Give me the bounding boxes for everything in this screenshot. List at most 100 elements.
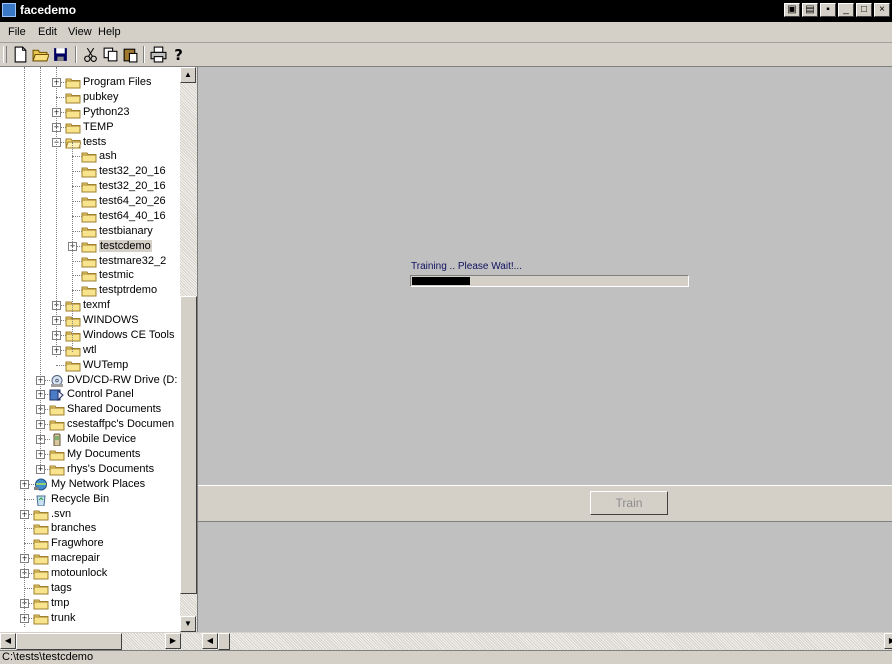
tree-item[interactable]: test32_20_16 [0, 179, 197, 194]
tree-item[interactable]: + tmp [0, 596, 197, 611]
hscroll-thumb[interactable] [218, 633, 230, 650]
tree-vertical-scrollbar[interactable]: ▲ ▼ [180, 67, 197, 632]
scroll-thumb[interactable] [180, 296, 197, 594]
tree-item[interactable]: Recycle Bin [0, 492, 197, 507]
tree-item-label: testmic [99, 269, 134, 282]
tree-item[interactable]: testbianary [0, 224, 197, 239]
tree-guide-line [56, 67, 57, 357]
new-file-icon[interactable] [12, 46, 29, 63]
tree-item[interactable]: + WINDOWS [0, 313, 197, 328]
train-bar: Train [198, 485, 892, 522]
tree-item-label: macrepair [51, 552, 100, 565]
maximize-button[interactable]: □ [856, 3, 872, 17]
system-menu-icon[interactable]: ▤ [802, 3, 818, 17]
toolbar-separator [75, 46, 77, 63]
hscroll-thumb[interactable] [16, 633, 122, 650]
tree-item[interactable]: test64_20_26 [0, 194, 197, 209]
copy-icon[interactable] [102, 46, 119, 63]
tree-guide-line [40, 67, 41, 467]
folder-icon [81, 197, 97, 208]
tree-item[interactable]: testmare32_2 [0, 254, 197, 269]
tree-item[interactable]: testmic [0, 268, 197, 283]
folder-icon [33, 524, 49, 535]
menu-file[interactable]: File [8, 26, 26, 38]
tree-item[interactable]: + texmf [0, 298, 197, 313]
tree-item[interactable]: + macrepair [0, 551, 197, 566]
train-button[interactable]: Train [590, 491, 668, 515]
tree-item[interactable]: + csestaffpc's Documen [0, 417, 197, 432]
tree-item[interactable]: + Shared Documents [0, 402, 197, 417]
scroll-right-icon[interactable]: ▶ [884, 633, 892, 649]
tree-item[interactable]: Fragwhore [0, 536, 197, 551]
pin-icon[interactable]: ▪ [820, 3, 836, 17]
folder-icon [81, 227, 97, 238]
tree-horizontal-scrollbar[interactable]: ◀ ▶ [0, 633, 198, 650]
folder-icon [81, 242, 97, 253]
folder-tree[interactable]: + Program Files pubkey + Python23 + TEMP − tests… [0, 67, 198, 632]
minimize-button[interactable]: _ [838, 3, 854, 17]
folder-icon [81, 257, 97, 268]
tree-item[interactable]: − tests [0, 135, 197, 150]
folder-icon [33, 614, 49, 625]
tree-item[interactable]: + testcdemo [0, 239, 197, 254]
tree-item-label: WINDOWS [83, 314, 139, 327]
tree-item[interactable]: + Python23 [0, 105, 197, 120]
open-folder-icon[interactable] [32, 46, 49, 63]
folder-icon [65, 331, 81, 342]
menu-edit[interactable]: Edit [38, 26, 57, 38]
save-icon[interactable] [52, 46, 69, 63]
cut-icon[interactable] [82, 46, 99, 63]
tree-item[interactable]: WUTemp [0, 358, 197, 373]
tree-item[interactable]: + DVD/CD-RW Drive (D: [0, 373, 197, 388]
scroll-right-icon[interactable]: ▶ [165, 633, 181, 649]
folder-icon [49, 450, 65, 461]
folder-icon [81, 212, 97, 223]
tree-item[interactable]: + My Documents [0, 447, 197, 462]
scroll-down-icon[interactable]: ▼ [180, 616, 196, 632]
title-bar: facedemo ▣ ▤ ▪ _ □ × [0, 0, 892, 22]
tree-item[interactable]: + trunk [0, 611, 197, 626]
help-icon[interactable]: ? [170, 46, 187, 63]
scroll-up-icon[interactable]: ▲ [180, 67, 196, 83]
network-icon [34, 478, 47, 491]
tree-item[interactable]: tags [0, 581, 197, 596]
folder-icon [49, 405, 65, 416]
tree-item[interactable]: pubkey [0, 90, 197, 105]
tree-item[interactable]: + .svn [0, 507, 197, 522]
tree-item-label: Mobile Device [67, 433, 137, 446]
tree-item[interactable]: test64_40_16 [0, 209, 197, 224]
tree-item-label: testcdemo [99, 239, 152, 252]
main-horizontal-scrollbar[interactable]: ◀ ▶ [198, 633, 892, 650]
tree-item-label: TEMP [83, 120, 114, 133]
restore-icon[interactable]: ▣ [784, 3, 800, 17]
main-pane: Training .. Please Wait!... Train [198, 67, 892, 632]
tree-item[interactable]: test32_20_16 [0, 164, 197, 179]
tree-item[interactable]: + Program Files [0, 75, 197, 90]
scroll-left-icon[interactable]: ◀ [0, 633, 16, 649]
tree-item[interactable]: + Mobile Device [0, 432, 197, 447]
tree-item[interactable]: testptrdemo [0, 283, 197, 298]
folder-icon [65, 301, 81, 312]
tree-item[interactable]: branches [0, 521, 197, 536]
tree-item[interactable]: + Control Panel [0, 387, 197, 402]
status-text: C:\tests\testcdemo [2, 651, 94, 663]
paste-icon[interactable] [122, 46, 139, 63]
tree-item-label: texmf [83, 299, 110, 312]
tree-item[interactable]: + TEMP [0, 120, 197, 135]
tree-item[interactable]: ash [0, 149, 197, 164]
app-icon [2, 3, 16, 17]
folder-icon [81, 271, 97, 282]
tree-item[interactable]: + My Network Places [0, 477, 197, 492]
menu-view[interactable]: View [68, 26, 92, 38]
print-icon[interactable] [150, 46, 167, 63]
close-button[interactable]: × [874, 3, 890, 17]
tree-item[interactable]: + Windows CE Tools [0, 328, 197, 343]
tree-item[interactable]: + motounlock [0, 566, 197, 581]
scroll-left-icon[interactable]: ◀ [202, 633, 218, 649]
tree-item[interactable]: + rhys's Documents [0, 462, 197, 477]
menu-help[interactable]: Help [98, 26, 121, 38]
tree-item-label: testptrdemo [99, 284, 158, 297]
tree-item[interactable]: + wtl [0, 343, 197, 358]
tree-item-label: Program Files [83, 76, 152, 88]
folder-icon [81, 182, 97, 193]
